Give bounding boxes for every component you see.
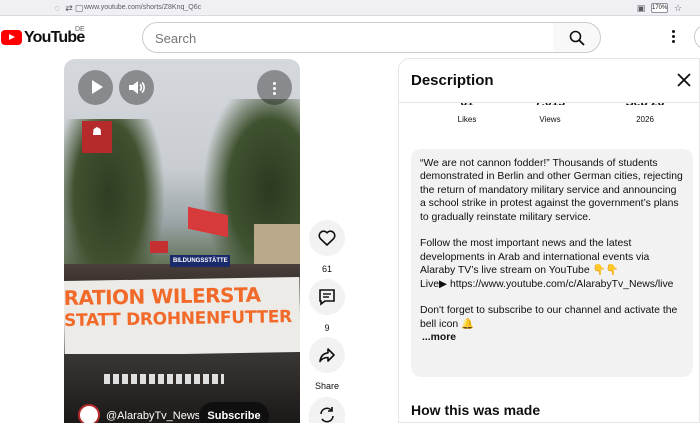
channel-watermark-logo: ☗ (82, 121, 112, 153)
comment-action: 9 (309, 279, 345, 333)
video-more-options-icon[interactable] (257, 70, 292, 105)
share-arrow-icon (319, 348, 335, 363)
zoom-level[interactable]: 170% (651, 3, 668, 13)
channel-name-link[interactable]: @AlarabyTv_News (106, 410, 200, 422)
reader-view-icon[interactable]: ▣ (636, 3, 646, 13)
youtube-logo[interactable]: YouTube DE (1, 26, 91, 50)
arabic-caption-overlay (104, 374, 224, 384)
panel-title: Description (411, 72, 494, 89)
channel-avatar[interactable] (78, 404, 100, 423)
date-stat-year: 2026 (636, 115, 654, 124)
panel-divider (399, 102, 699, 103)
show-more-button[interactable]: ...more (422, 332, 456, 343)
panel-scrollbar[interactable] (694, 103, 699, 393)
region-code: DE (75, 26, 85, 33)
comments-button[interactable] (309, 279, 345, 315)
comment-icon (319, 289, 335, 306)
like-button[interactable] (309, 220, 345, 256)
like-count: 61 (321, 264, 332, 274)
description-paragraph: Don't forget to subscribe to our channel… (420, 304, 684, 344)
description-paragraph: Follow the most important news and the l… (420, 237, 684, 291)
description-text-box[interactable]: “We are not cannon fodder!” Thousands of… (411, 149, 693, 377)
banner-text-line2: STATT DROHNENFUTTER (64, 307, 293, 332)
permissions-icon[interactable]: ⇄ (64, 3, 74, 13)
share-button[interactable] (309, 337, 345, 373)
search-input[interactable] (155, 29, 535, 47)
sign-in-button[interactable] (694, 24, 700, 50)
search-icon (569, 30, 585, 46)
search-button[interactable] (553, 22, 601, 53)
description-follow-text: Follow the most important news and the l… (420, 238, 650, 277)
bookmark-star-icon[interactable]: ☆ (673, 3, 683, 13)
share-label: Share (314, 381, 340, 391)
live-prefix: Live▶ (420, 278, 450, 290)
url-text[interactable]: www.youtube.com/shorts/Z8Knq_Q6c (84, 2, 201, 14)
subscribe-button[interactable]: Subscribe (199, 402, 269, 423)
likes-stat-label: Likes (457, 115, 477, 124)
youtube-play-logo-icon (1, 30, 22, 45)
video-blue-sign: BILDUNGSSTÄTTE (170, 255, 230, 267)
description-subscribe-text: Don't forget to subscribe to our channel… (420, 305, 678, 330)
close-panel-button[interactable] (676, 72, 692, 88)
views-stat-label: Views (539, 115, 561, 124)
volume-icon (129, 81, 145, 94)
comment-count: 9 (324, 323, 330, 333)
browser-address-bar: ◌ ⇄ ▢ www.youtube.com/shorts/Z8Knq_Q6c ▣… (0, 0, 700, 16)
search-box (142, 22, 554, 53)
shield-icon[interactable]: ◌ (52, 3, 62, 13)
panel-header: Description (399, 59, 699, 102)
remix-icon (320, 407, 334, 423)
how-this-was-made-heading: How this was made (411, 402, 541, 418)
like-action: 61 (309, 220, 345, 274)
remix-button[interactable] (309, 397, 345, 423)
video-scene-flag (150, 241, 168, 253)
remix-action (309, 397, 345, 423)
settings-menu-icon[interactable] (664, 28, 682, 46)
share-action: Share (309, 337, 345, 391)
live-stream-link[interactable]: https://www.youtube.com/c/AlarabyTv_News… (450, 279, 674, 290)
description-panel: 61 Likes 7,015 Views Sep 26 2026 Descrip… (398, 58, 700, 423)
play-button[interactable] (78, 70, 113, 105)
volume-button[interactable] (119, 70, 154, 105)
shorts-video-player[interactable]: BILDUNGSSTÄTTE RATION WILERSTA STATT DRO… (64, 59, 300, 423)
heart-icon (318, 230, 336, 247)
video-protest-banner: RATION WILERSTA STATT DROHNENFUTTER (64, 276, 300, 357)
banner-text-line1: RATION WILERSTA (64, 282, 261, 311)
close-icon (677, 73, 691, 87)
description-paragraph: “We are not cannon fodder!” Thousands of… (420, 158, 683, 223)
page-icon: ▢ (74, 3, 84, 13)
